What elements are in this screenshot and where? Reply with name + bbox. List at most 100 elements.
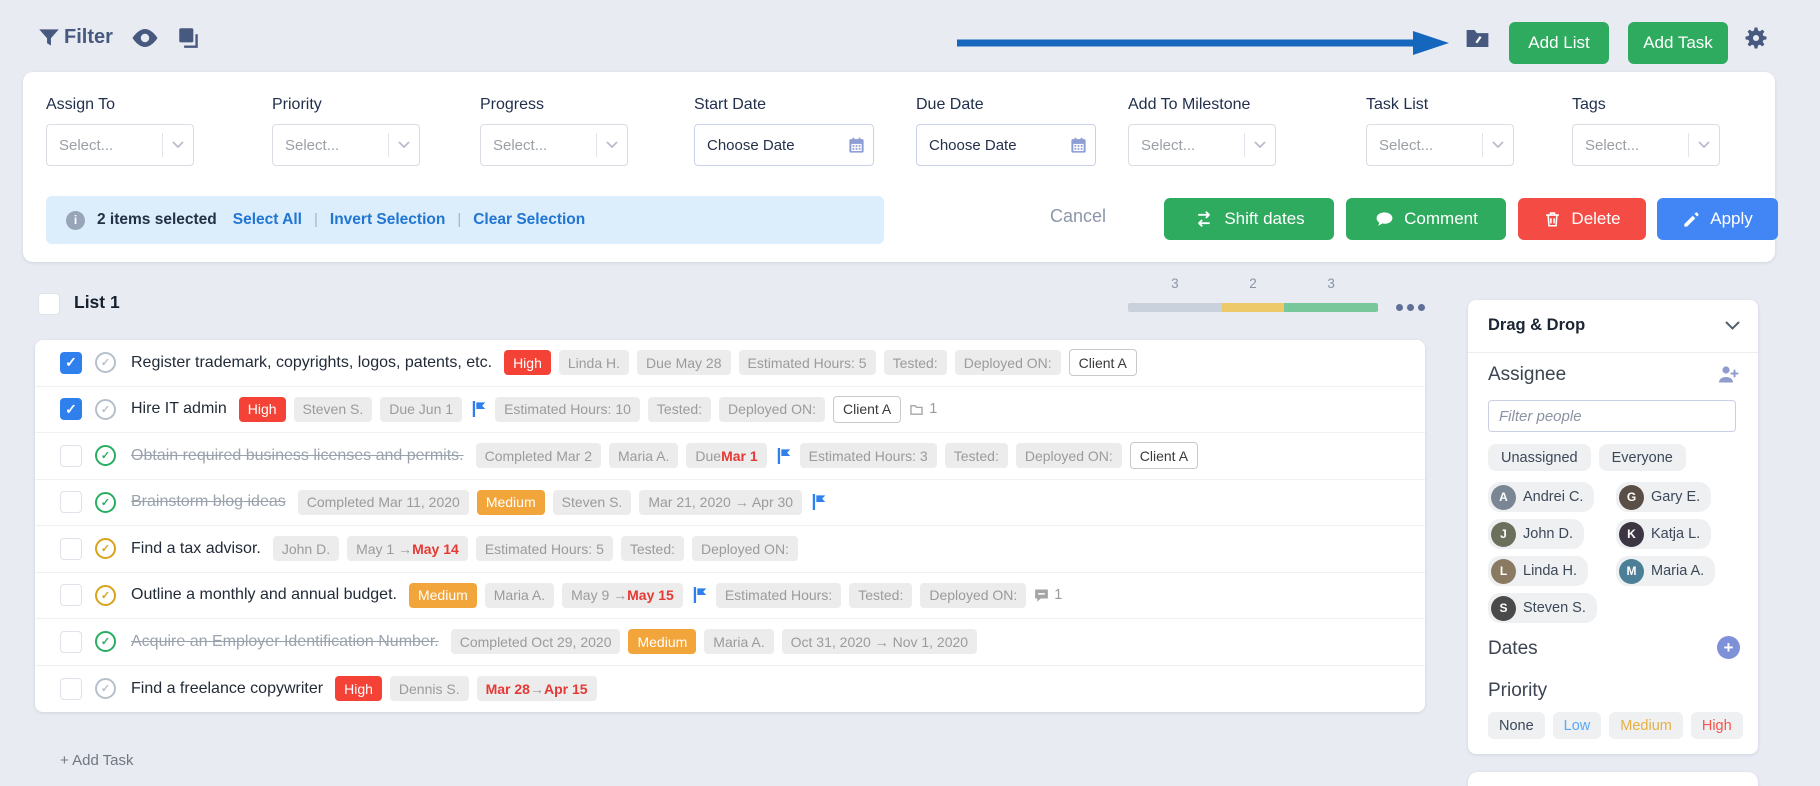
task-status-icon[interactable]: ✓ bbox=[95, 352, 116, 373]
priority-badge[interactable]: High bbox=[504, 350, 551, 375]
flag-icon[interactable] bbox=[471, 400, 487, 418]
filter-people-input[interactable] bbox=[1488, 400, 1736, 432]
count-badge[interactable]: 1 bbox=[908, 401, 937, 418]
priority-chip-medium[interactable]: Medium bbox=[1609, 712, 1683, 739]
person-add-icon[interactable] bbox=[1716, 363, 1740, 387]
task-status-icon[interactable]: ✓ bbox=[95, 492, 116, 513]
date-range-chip[interactable]: Due Mar 1 bbox=[686, 443, 766, 468]
info-chip[interactable]: Estimated Hours: 3 bbox=[800, 443, 937, 468]
info-chip[interactable]: Tested: bbox=[648, 397, 711, 422]
funnel-icon[interactable] bbox=[36, 25, 62, 51]
priority-chip-low[interactable]: Low bbox=[1553, 712, 1602, 739]
info-chip[interactable]: Deployed ON: bbox=[692, 536, 798, 561]
info-chip[interactable]: Linda H. bbox=[559, 350, 629, 375]
client-chip[interactable]: Client A bbox=[1130, 442, 1198, 469]
add-date-icon[interactable]: + bbox=[1717, 636, 1740, 659]
assignee-chip-stevens[interactable]: SSteven S. bbox=[1488, 593, 1597, 623]
task-status-icon[interactable]: ✓ bbox=[95, 678, 116, 699]
flag-icon[interactable] bbox=[776, 447, 792, 465]
filter-label[interactable]: Filter bbox=[64, 26, 113, 49]
clear-selection-link[interactable]: Clear Selection bbox=[473, 211, 585, 228]
assignee-chip-johnd[interactable]: JJohn D. bbox=[1488, 519, 1584, 549]
info-chip[interactable]: Maria A. bbox=[485, 583, 554, 608]
info-chip[interactable]: Tested: bbox=[884, 350, 947, 375]
date-range-chip[interactable]: May 1 → May 14 bbox=[347, 536, 468, 561]
apply-button[interactable]: Apply bbox=[1657, 198, 1778, 240]
info-chip[interactable]: Tested: bbox=[621, 536, 684, 561]
flag-icon[interactable] bbox=[692, 586, 708, 604]
client-chip[interactable]: Client A bbox=[833, 396, 901, 423]
task-status-icon[interactable]: ✓ bbox=[95, 445, 116, 466]
add-task-button[interactable]: Add Task bbox=[1628, 22, 1728, 64]
select-tags[interactable]: Select... bbox=[1572, 124, 1720, 166]
task-checkbox[interactable] bbox=[60, 491, 82, 513]
unassigned-chip[interactable]: Unassigned bbox=[1488, 444, 1591, 471]
info-chip[interactable]: Tested: bbox=[849, 583, 912, 608]
calendar-icon[interactable] bbox=[839, 136, 873, 155]
assignee-chip-katjal[interactable]: KKatja L. bbox=[1616, 519, 1711, 549]
info-chip[interactable]: Mar 21, 2020 → Apr 30 bbox=[639, 490, 802, 515]
info-chip[interactable]: Estimated Hours: 10 bbox=[495, 397, 640, 422]
priority-chip-high[interactable]: High bbox=[1691, 712, 1743, 739]
task-checkbox[interactable] bbox=[60, 631, 82, 653]
info-chip[interactable]: Estimated Hours: 5 bbox=[739, 350, 876, 375]
count-badge[interactable]: 1 bbox=[1033, 587, 1062, 604]
task-name[interactable]: Find a freelance copywriter bbox=[131, 680, 323, 698]
info-chip[interactable]: Dennis S. bbox=[390, 676, 469, 701]
date-range-chip[interactable]: May 9 → May 15 bbox=[562, 583, 683, 608]
add-list-button[interactable]: Add List bbox=[1509, 22, 1609, 64]
info-chip[interactable]: Due May 28 bbox=[637, 350, 730, 375]
chevron-down-icon[interactable] bbox=[1725, 321, 1740, 331]
task-status-icon[interactable]: ✓ bbox=[95, 631, 116, 652]
task-status-icon[interactable]: ✓ bbox=[95, 399, 116, 420]
info-chip[interactable]: Completed Mar 2 bbox=[476, 443, 601, 468]
info-chip[interactable]: Due Jun 1 bbox=[380, 397, 462, 422]
chevron-down-icon[interactable] bbox=[1482, 133, 1513, 157]
info-chip[interactable]: Oct 31, 2020 → Nov 1, 2020 bbox=[782, 629, 977, 654]
flag-icon[interactable] bbox=[811, 493, 827, 511]
shift-dates-button[interactable]: Shift dates bbox=[1164, 198, 1334, 240]
info-chip[interactable]: Maria A. bbox=[704, 629, 773, 654]
eye-icon[interactable] bbox=[131, 27, 159, 49]
chevron-down-icon[interactable] bbox=[1244, 133, 1275, 157]
task-name[interactable]: Outline a monthly and annual budget. bbox=[131, 586, 397, 604]
info-chip[interactable]: Steven S. bbox=[294, 397, 373, 422]
task-checkbox[interactable] bbox=[60, 538, 82, 560]
chevron-down-icon[interactable] bbox=[388, 133, 419, 157]
info-chip[interactable]: Deployed ON: bbox=[920, 583, 1026, 608]
select-progress[interactable]: Select... bbox=[480, 124, 628, 166]
list-checkbox[interactable] bbox=[38, 293, 60, 315]
task-name[interactable]: Obtain required business licenses and pe… bbox=[131, 447, 464, 465]
info-chip[interactable]: Completed Oct 29, 2020 bbox=[451, 629, 621, 654]
info-chip[interactable]: Deployed ON: bbox=[1016, 443, 1122, 468]
info-chip[interactable]: Deployed ON: bbox=[955, 350, 1061, 375]
delete-button[interactable]: Delete bbox=[1518, 198, 1646, 240]
task-name[interactable]: Acquire an Employer Identification Numbe… bbox=[131, 633, 439, 651]
select-task-list[interactable]: Select... bbox=[1366, 124, 1514, 166]
select-all-link[interactable]: Select All bbox=[233, 211, 302, 228]
priority-chip-none[interactable]: None bbox=[1488, 712, 1545, 739]
task-checkbox[interactable]: ✓ bbox=[60, 398, 82, 420]
everyone-chip[interactable]: Everyone bbox=[1599, 444, 1686, 471]
info-chip[interactable]: Estimated Hours: 5 bbox=[476, 536, 613, 561]
priority-badge[interactable]: Medium bbox=[409, 583, 477, 608]
calendar-icon[interactable] bbox=[1061, 136, 1095, 155]
comment-button[interactable]: Comment bbox=[1346, 198, 1506, 240]
copy-icon[interactable] bbox=[176, 25, 202, 51]
date-picker-start-date[interactable]: Choose Date bbox=[694, 124, 874, 166]
task-name[interactable]: Register trademark, copyrights, logos, p… bbox=[131, 354, 492, 372]
folder-icon[interactable] bbox=[1463, 24, 1492, 53]
priority-badge[interactable]: Medium bbox=[628, 629, 696, 654]
select-assign-to[interactable]: Select... bbox=[46, 124, 194, 166]
priority-badge[interactable]: High bbox=[239, 397, 286, 422]
list-menu-icon[interactable] bbox=[1396, 304, 1425, 311]
info-chip[interactable]: Tested: bbox=[945, 443, 1008, 468]
cancel-button[interactable]: Cancel bbox=[1050, 206, 1106, 227]
task-status-icon[interactable]: ✓ bbox=[95, 538, 116, 559]
gear-icon[interactable] bbox=[1742, 24, 1770, 52]
chevron-down-icon[interactable] bbox=[162, 133, 193, 157]
info-chip[interactable]: Maria A. bbox=[609, 443, 678, 468]
assignee-chip-lindah[interactable]: LLinda H. bbox=[1488, 556, 1588, 586]
date-picker-due-date[interactable]: Choose Date bbox=[916, 124, 1096, 166]
task-name[interactable]: Brainstorm blog ideas bbox=[131, 493, 286, 511]
